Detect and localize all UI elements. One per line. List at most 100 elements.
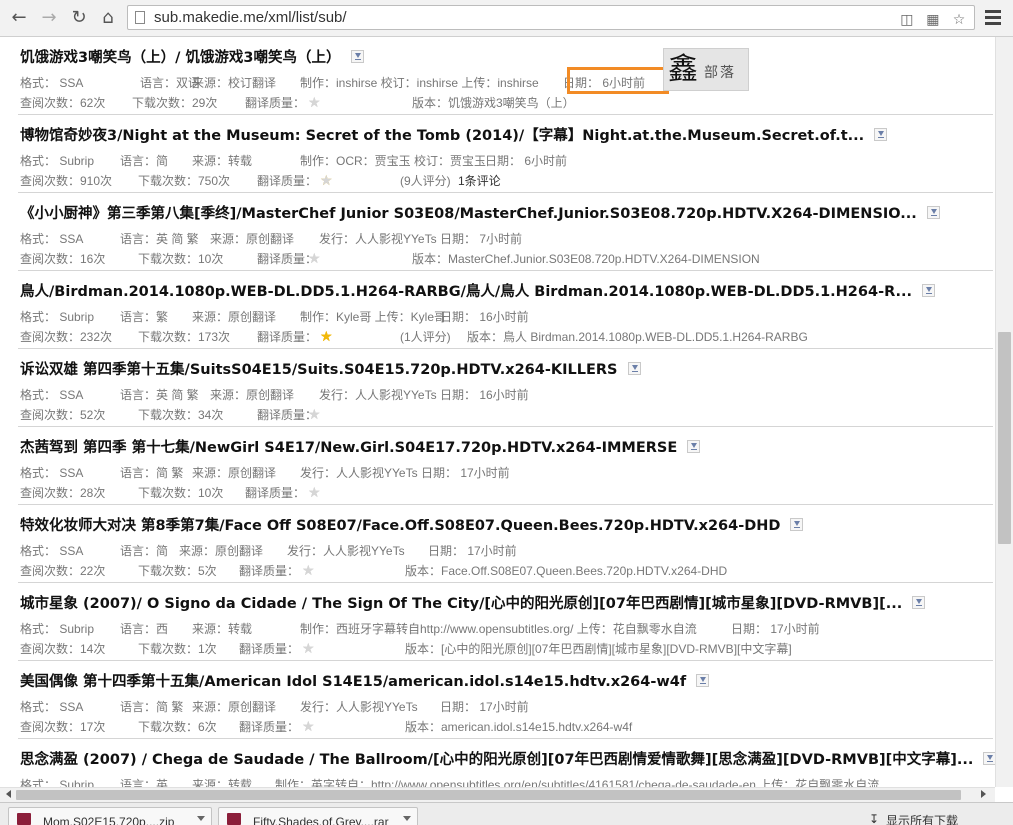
meta-field: 查阅次数：28次 (20, 486, 106, 500)
download-arrow-icon: ↧ (869, 812, 880, 825)
star-icon[interactable]: ★ (320, 328, 334, 345)
meta-field: 格式： SSA (20, 76, 84, 90)
star-icon[interactable]: ★ (320, 172, 334, 189)
subtitle-title-link[interactable]: 杰茜驾到 第四季 第十七集/NewGirl S4E17/New.Girl.S04… (20, 436, 701, 456)
subtitle-title-link[interactable]: 诉讼双雄 第四季第十五集/SuitsS04E15/Suits.S04E15.72… (20, 358, 641, 378)
meta-field[interactable]: 1条评论 (458, 172, 501, 189)
subtitle-title-link[interactable]: 城市星象 (2007)/ O Signo da Cidade / The Sig… (20, 592, 926, 612)
meta-field: 查阅次数：62次 (20, 96, 106, 110)
meta-field: 格式： Subrip (20, 154, 95, 168)
subtitle-title-link[interactable]: 《小小厨神》第三季第八集[季终]/MasterChef Junior S03E0… (20, 202, 940, 222)
back-icon[interactable]: ← (8, 7, 30, 29)
meta-field: 来源：转载 (192, 778, 253, 787)
star-icon[interactable]: ★ (302, 718, 316, 735)
meta-field: 下载次数：173次 (138, 330, 231, 344)
download-icon[interactable] (926, 206, 940, 219)
vertical-scrollbar[interactable] (995, 37, 1013, 787)
vertical-scroll-thumb[interactable] (998, 332, 1011, 544)
download-icon[interactable] (696, 674, 710, 687)
download-icon[interactable] (922, 284, 936, 297)
download-icon[interactable] (790, 518, 804, 531)
home-icon[interactable]: ⌂ (97, 7, 119, 29)
meta-field: 语言：繁 (120, 310, 169, 324)
extension-icon[interactable]: ▦ (924, 11, 942, 29)
download-item[interactable]: Mom.S02E15.720p....zip (8, 807, 212, 825)
star-icon[interactable]: ★ (308, 94, 322, 111)
meta-field: 来源：原创翻译 (192, 700, 277, 714)
meta-field: 语言：英 简 繁 (120, 232, 199, 246)
meta-field: 查阅次数：22次 (20, 564, 106, 578)
meta-field: 下载次数：29次 (132, 96, 218, 110)
download-icon[interactable] (912, 596, 926, 609)
date-highlight-box (567, 67, 669, 94)
subtitle-title-text[interactable]: 饥饿游戏3嘲笑鸟（上）/ 饥饿游戏3嘲笑鸟（上） (20, 50, 341, 66)
meta-field: 下载次数：1次 (138, 642, 217, 656)
meta-field: 语言：简 (120, 544, 169, 558)
meta-field: 版本：鳥人 Birdman.2014.1080p.WEB-DL.DD5.1.H2… (467, 330, 808, 344)
meta-field: 语言：简 繁 (120, 700, 184, 714)
horizontal-scroll-thumb[interactable] (16, 790, 961, 800)
meta-field: 语言：英 (120, 778, 169, 787)
download-item[interactable]: Fifty.Shades.of.Grey....rar (218, 807, 418, 825)
subtitle-entry: 博物馆奇妙夜3/Night at the Museum: Secret of t… (18, 115, 993, 193)
logo-char: 鑫 (668, 52, 698, 87)
subtitle-title-link[interactable]: 特效化妆师大对决 第8季第7集/Face Off S08E07/Face.Off… (20, 514, 804, 534)
meta-field: 语言：西 (120, 622, 169, 636)
scroll-right-icon[interactable] (981, 790, 986, 798)
meta-field: 制作：inshirse 校订：inshirse 上传：inshirse (300, 76, 539, 90)
star-icon[interactable]: ★ (308, 406, 322, 423)
address-bar[interactable]: sub.makedie.me/xml/list/sub/ ◫ ▦ ☆ (127, 5, 975, 30)
star-icon[interactable]: ★ (302, 562, 316, 579)
logo-text: 部落 (704, 65, 736, 81)
download-icon[interactable] (983, 752, 995, 765)
subtitle-title-text[interactable]: 诉讼双雄 第四季第十五集/SuitsS04E15/Suits.S04E15.72… (20, 362, 618, 378)
meta-field: 发行：人人影视YYeTs (319, 232, 437, 246)
download-icon[interactable] (874, 128, 888, 141)
subtitle-title-link[interactable]: 鳥人/Birdman.2014.1080p.WEB-DL.DD5.1.H264-… (20, 280, 936, 300)
meta-field: 发行：人人影视YYeTs (287, 544, 405, 558)
reload-icon[interactable]: ↻ (68, 7, 90, 29)
subtitle-title-text[interactable]: 博物馆奇妙夜3/Night at the Museum: Secret of t… (20, 128, 864, 144)
subtitle-title-link[interactable]: 美国偶像 第十四季第十五集/American Idol S14E15/ameri… (20, 670, 710, 690)
star-icon[interactable]: ★ (308, 250, 322, 267)
horizontal-scrollbar[interactable] (0, 787, 995, 802)
star-icon[interactable]: ★ (308, 484, 322, 501)
chevron-down-icon[interactable] (403, 816, 411, 821)
download-icon[interactable] (687, 440, 701, 453)
meta-field: 来源：转载 (192, 154, 253, 168)
subtitle-title-text[interactable]: 杰茜驾到 第四季 第十七集/NewGirl S4E17/New.Girl.S04… (20, 440, 677, 456)
download-icon[interactable] (350, 50, 364, 63)
subtitle-title-text[interactable]: 城市星象 (2007)/ O Signo da Cidade / The Sig… (20, 596, 902, 612)
download-icon[interactable] (627, 362, 641, 375)
subtitle-title-link[interactable]: 饥饿游戏3嘲笑鸟（上）/ 饥饿游戏3嘲笑鸟（上） (20, 46, 364, 66)
chevron-down-icon[interactable] (197, 816, 205, 821)
meta-field: 下载次数：10次 (138, 252, 224, 266)
subtitle-title-link[interactable]: 思念满盈 (2007) / Chega de Saudade / The Bal… (20, 748, 995, 768)
bookmark-star-icon[interactable]: ☆ (950, 11, 968, 29)
subtitle-title-text[interactable]: 美国偶像 第十四季第十五集/American Idol S14E15/ameri… (20, 674, 686, 690)
meta-field: 来源：校订翻译 (192, 76, 277, 90)
scroll-left-icon[interactable] (6, 790, 11, 798)
forward-icon[interactable]: → (38, 7, 60, 29)
archive-file-icon (17, 813, 31, 825)
meta-field: 格式： SSA (20, 466, 84, 480)
meta-field: 查阅次数：910次 (20, 174, 113, 188)
meta-field: 翻译质量： (257, 174, 318, 188)
subtitle-title-text[interactable]: 《小小厨神》第三季第八集[季终]/MasterChef Junior S03E0… (20, 206, 917, 222)
subtitle-entry: 思念满盈 (2007) / Chega de Saudade / The Bal… (18, 739, 995, 787)
show-all-downloads-link[interactable]: 显示所有下载 (886, 812, 958, 825)
subtitle-title-text[interactable]: 鳥人/Birdman.2014.1080p.WEB-DL.DD5.1.H264-… (20, 284, 912, 300)
subtitle-entry: 饥饿游戏3嘲笑鸟（上）/ 饥饿游戏3嘲笑鸟（上） 格式： SSA 语言：双语 来源：校… (18, 37, 993, 115)
menu-icon[interactable] (984, 8, 1002, 28)
meta-field: 翻译质量： (239, 642, 300, 656)
meta-field: 日期： 17小时前 (421, 466, 510, 480)
meta-field: 日期： 17小时前 (440, 700, 529, 714)
meta-field: 翻译质量： (239, 564, 300, 578)
meta-field: 下载次数：5次 (138, 564, 217, 578)
subtitle-title-text[interactable]: 思念满盈 (2007) / Chega de Saudade / The Bal… (20, 752, 973, 768)
translate-icon[interactable]: ◫ (898, 11, 916, 29)
subtitle-title-text[interactable]: 特效化妆师大对决 第8季第7集/Face Off S08E07/Face.Off… (20, 518, 780, 534)
url-text[interactable]: sub.makedie.me/xml/list/sub/ (154, 9, 347, 26)
star-icon[interactable]: ★ (302, 640, 316, 657)
subtitle-title-link[interactable]: 博物馆奇妙夜3/Night at the Museum: Secret of t… (20, 124, 888, 144)
